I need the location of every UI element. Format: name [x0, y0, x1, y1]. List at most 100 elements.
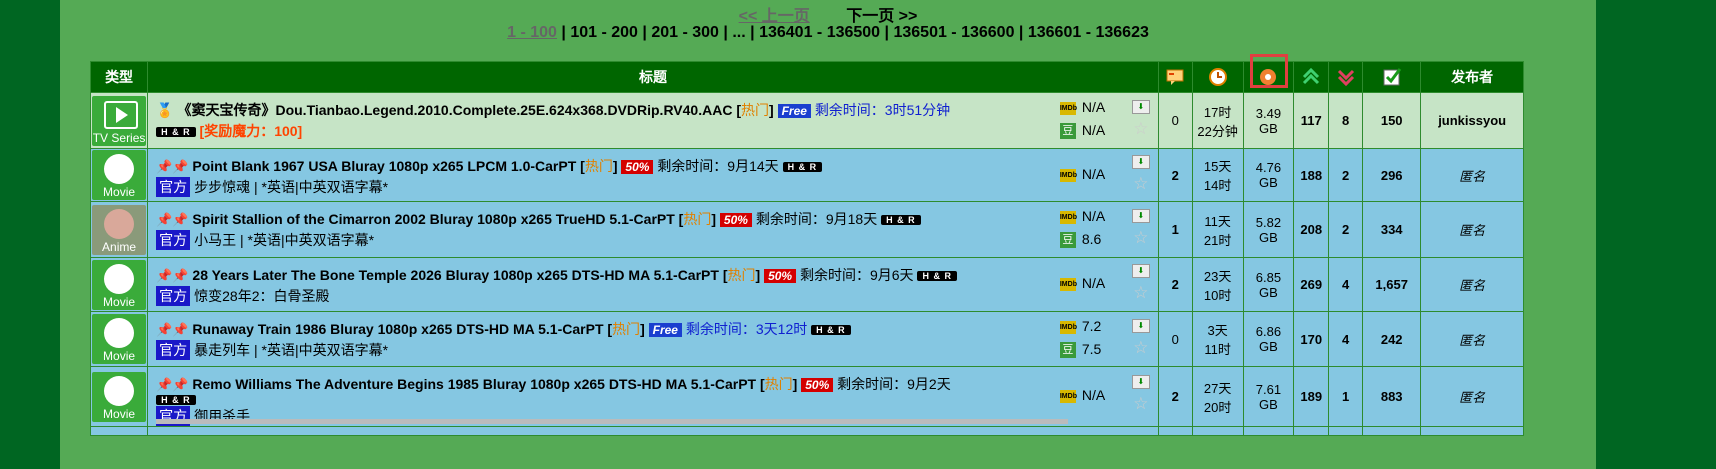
comments-count[interactable]: 0 [1157, 92, 1193, 149]
leechers-count[interactable]: 8 [1328, 92, 1364, 149]
torrent-title-link[interactable]: 《窦天宝传奇》Dou.Tianbao.Legend.2010.Complete.… [177, 102, 732, 118]
uploader-link[interactable]: junkissyou [1420, 92, 1524, 149]
pager-sep: | [642, 24, 647, 41]
uploader-anonymous: 匿名 [1420, 257, 1524, 312]
leechers-count[interactable]: 4 [1328, 311, 1364, 367]
hot-tag: 热门 [764, 376, 793, 392]
comments-count[interactable]: 2 [1157, 257, 1193, 312]
imdb-rating: IMDb N/A [1059, 275, 1106, 291]
category-cell[interactable]: TV Series [89, 92, 149, 149]
page-range-ellipsis: ... [732, 24, 746, 41]
movie-icon[interactable]: Movie [92, 314, 147, 364]
bookmark-star-icon[interactable]: ☆ [1133, 119, 1148, 138]
download-icon[interactable]: ⬇ [1131, 319, 1150, 333]
movie-icon[interactable]: Movie [92, 259, 147, 310]
bookmark-star-icon[interactable]: ☆ [1133, 338, 1148, 357]
hr-badge: H & R [917, 271, 957, 282]
douban-rating: 豆 N/A [1059, 122, 1124, 140]
hr-badge: H & R [811, 325, 851, 336]
category-cell[interactable]: Movie [89, 311, 149, 367]
completed-count[interactable]: 296 [1362, 148, 1422, 202]
imdb-icon: IMDb [1059, 320, 1077, 334]
comments-count[interactable]: 0 [1157, 311, 1193, 367]
down-arrow-icon [1337, 69, 1354, 87]
page-range-link[interactable]: 136501 - 136600 [893, 24, 1014, 41]
col-comments[interactable] [1157, 61, 1193, 93]
remaining-time: 剩余时间：9月14天 [657, 158, 779, 174]
promo-badge: 50% [719, 213, 752, 227]
leechers-count[interactable]: 1 [1328, 366, 1364, 427]
completed-count[interactable]: 242 [1362, 311, 1422, 367]
col-type[interactable]: 类型 [89, 61, 149, 93]
page-range-link[interactable]: 101 - 200 [570, 24, 638, 41]
download-icon[interactable]: ⬇ [1131, 100, 1150, 114]
comments-count[interactable]: 2 [1157, 366, 1193, 427]
table-row: Movie 📌📌 Point Blank 1967 USA Bluray 108… [89, 148, 1524, 202]
bookmark-star-icon[interactable]: ☆ [1133, 283, 1148, 302]
bookmark-star-icon[interactable]: ☆ [1133, 394, 1148, 413]
leechers-count[interactable]: 4 [1328, 257, 1364, 312]
row-actions: ⬇ ☆ [1131, 209, 1150, 247]
seeders-count[interactable]: 269 [1293, 257, 1330, 312]
category-cell[interactable]: Anime [89, 201, 149, 258]
remaining-time: 剩余时间：9月6天 [799, 267, 914, 283]
movie-icon[interactable]: Movie [92, 150, 147, 200]
comments-count[interactable]: 1 [1157, 201, 1193, 258]
completed-count[interactable]: 334 [1362, 201, 1422, 258]
douban-icon: 豆 [1059, 232, 1076, 249]
anime-icon[interactable]: Anime [92, 204, 147, 255]
prev-page-link[interactable]: << 上一页 [739, 8, 810, 25]
torrent-title-link[interactable]: Remo Williams The Adventure Begins 1985 … [192, 376, 756, 392]
size: 3.49 GB [1242, 92, 1295, 149]
torrent-title-link[interactable]: 28 Years Later The Bone Temple 2026 Blur… [192, 267, 719, 283]
torrent-title-link[interactable]: Point Blank 1967 USA Bluray 1080p x265 L… [192, 158, 576, 174]
hot-tag: 热门 [584, 158, 613, 174]
download-icon[interactable]: ⬇ [1131, 209, 1150, 223]
bookmark-star-icon[interactable]: ☆ [1133, 174, 1148, 193]
col-title[interactable]: 标题 [147, 61, 1159, 93]
col-size[interactable] [1242, 54, 1295, 93]
category-cell[interactable]: Movie [89, 257, 149, 312]
seeders-count[interactable]: 188 [1293, 148, 1330, 202]
download-icon[interactable]: ⬇ [1131, 375, 1150, 389]
imdb-icon: IMDb [1059, 168, 1077, 182]
page-range-link[interactable]: 136601 - 136623 [1028, 24, 1149, 41]
seeders-count[interactable]: 189 [1293, 366, 1330, 427]
size-column-highlight [1249, 54, 1288, 88]
seeders-count[interactable]: 208 [1293, 201, 1330, 258]
tv-series-icon[interactable]: TV Series [92, 95, 147, 146]
completed-count[interactable]: 150 [1362, 92, 1422, 149]
seeders-count[interactable]: 170 [1293, 311, 1330, 367]
torrent-subtitle: 步步惊魂 | *英语|中英双语字幕* [194, 179, 389, 195]
col-uploader[interactable]: 发布者 [1420, 61, 1524, 93]
comments-count[interactable]: 2 [1157, 148, 1193, 202]
table-header: 类型 标题 发布者 [89, 54, 1524, 93]
leechers-count[interactable]: 2 [1328, 148, 1364, 202]
douban-icon: 豆 [1059, 123, 1076, 140]
movie-icon[interactable]: Movie [92, 371, 147, 422]
col-leechers[interactable] [1328, 61, 1364, 93]
promo-badge: Free [648, 323, 682, 337]
imdb-icon: IMDb [1059, 277, 1077, 291]
page-range-link[interactable]: 136401 - 136500 [759, 24, 880, 41]
bookmark-star-icon[interactable]: ☆ [1133, 228, 1148, 247]
torrent-title-link[interactable]: Runaway Train 1986 Bluray 1080p x265 DTS… [192, 321, 603, 337]
torrent-subtitle: 小马王 | *英语|中英双语字幕* [194, 232, 375, 248]
torrent-title-link[interactable]: Spirit Stallion of the Cimarron 2002 Blu… [192, 211, 674, 227]
remaining-time: 剩余时间：3时51分钟 [814, 102, 951, 118]
seeders-count[interactable]: 117 [1293, 92, 1330, 149]
horizontal-scrollbar[interactable] [156, 419, 1068, 424]
completed-count[interactable]: 1,657 [1362, 257, 1422, 312]
download-icon[interactable]: ⬇ [1131, 155, 1150, 169]
col-seeders[interactable] [1293, 61, 1330, 93]
download-icon[interactable]: ⬇ [1131, 264, 1150, 278]
leechers-count[interactable]: 2 [1328, 201, 1364, 258]
completed-count[interactable]: 883 [1362, 366, 1422, 427]
category-cell[interactable]: Movie [89, 366, 149, 427]
category-cell[interactable]: Movie [89, 148, 149, 202]
next-page-link[interactable]: 下一页 >> [846, 8, 917, 25]
page-range-current[interactable]: 1 - 100 [507, 24, 557, 41]
page-range-link[interactable]: 201 - 300 [651, 24, 719, 41]
col-time[interactable] [1191, 61, 1244, 93]
col-completed[interactable] [1362, 61, 1422, 93]
